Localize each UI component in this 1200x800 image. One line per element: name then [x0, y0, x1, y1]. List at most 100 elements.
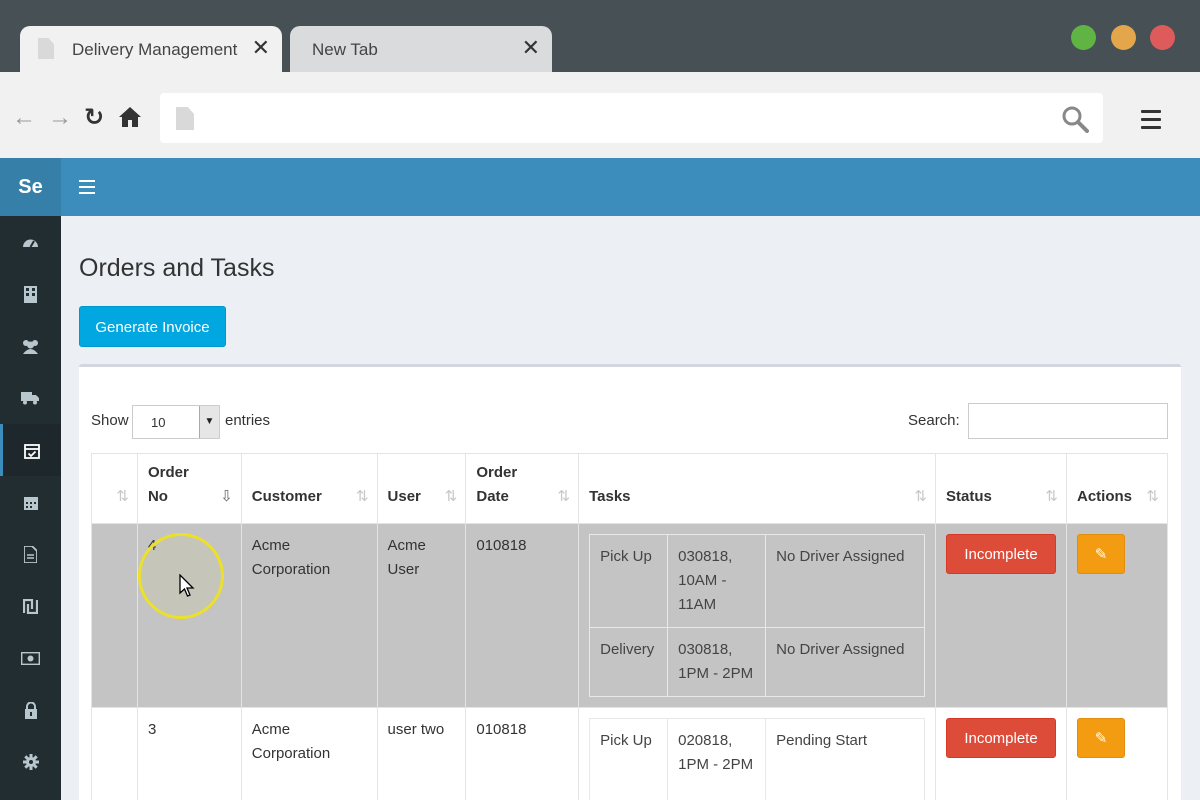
tasks-table: Pick Up 020818, 1PM - 2PM Pending Start — [589, 718, 925, 800]
order-date-cell: 010818 — [465, 523, 580, 708]
calendar-icon[interactable] — [0, 476, 61, 528]
menu-icon[interactable] — [1141, 110, 1161, 134]
orders-table: ⇅ Order No ⇩ Customer ⇅ User ⇅ Order Date ⇅ … — [91, 453, 1168, 800]
main-content: Orders and Tasks Generate Invoice Show 1… — [61, 216, 1200, 800]
document-icon — [38, 38, 54, 59]
row-select-cell[interactable] — [91, 523, 138, 708]
task-type: Pick Up — [589, 718, 669, 800]
show-label: Show — [91, 412, 129, 429]
dropdown-arrow-icon[interactable]: ▼ — [199, 406, 219, 438]
task-driver: Pending Start — [765, 718, 925, 800]
money-icon[interactable] — [0, 632, 61, 684]
column-header-actions[interactable]: Actions ⇅ — [1066, 453, 1168, 524]
tasks-cell: Pick Up 030818, 10AM - 11AM No Driver As… — [578, 523, 936, 708]
brand-logo[interactable]: Se — [0, 158, 61, 216]
lock-icon[interactable] — [0, 684, 61, 736]
column-header-user[interactable]: User ⇅ — [376, 453, 467, 524]
column-header-select[interactable]: ⇅ — [91, 453, 138, 524]
task-time: 020818, 1PM - 2PM — [667, 718, 767, 800]
search-icon[interactable] — [1061, 105, 1089, 138]
task-time: 030818, 1PM - 2PM — [667, 627, 767, 697]
sort-icon[interactable]: ⇅ — [914, 485, 927, 509]
sort-icon[interactable]: ⇅ — [558, 485, 571, 509]
dashboard-icon[interactable] — [0, 216, 61, 268]
minimize-window-button[interactable] — [1111, 25, 1136, 50]
table-row[interactable]: 3 Acme Corporation user two 010818 Pick … — [91, 707, 1168, 800]
close-icon[interactable]: ✕ — [522, 36, 540, 60]
users-icon[interactable] — [0, 320, 61, 372]
tab-new-tab[interactable]: New Tab ✕ — [290, 26, 552, 72]
order-date-cell: 010818 — [465, 707, 580, 800]
address-bar[interactable] — [160, 93, 1103, 143]
reload-icon[interactable]: ↻ — [84, 106, 104, 130]
column-header-status[interactable]: Status ⇅ — [935, 453, 1067, 524]
tab-title: New Tab — [312, 40, 378, 59]
sort-icon[interactable]: ⇅ — [1045, 485, 1058, 509]
tab-title: Delivery Management — [72, 40, 238, 59]
home-icon[interactable] — [118, 106, 142, 133]
search-label: Search: — [908, 412, 960, 429]
task-row: Delivery 030818, 1PM - 2PM No Driver Ass… — [589, 627, 925, 697]
mouse-cursor-icon — [179, 574, 195, 597]
calendar-check-icon[interactable] — [0, 424, 61, 476]
column-header-order-no[interactable]: Order No ⇩ — [136, 453, 242, 524]
forward-arrow-icon[interactable]: → — [48, 106, 72, 130]
task-driver: No Driver Assigned — [765, 627, 925, 697]
document-icon — [176, 107, 194, 130]
building-icon[interactable] — [0, 268, 61, 320]
tab-delivery-management[interactable]: Delivery Management ✕ — [20, 26, 282, 72]
browser-titlebar: Delivery Management ✕ New Tab ✕ — [0, 0, 1200, 72]
task-row: Pick Up 020818, 1PM - 2PM Pending Start — [589, 718, 925, 800]
generate-invoice-button[interactable]: Generate Invoice — [79, 306, 226, 347]
column-header-tasks[interactable]: Tasks ⇅ — [578, 453, 936, 524]
page-title: Orders and Tasks — [79, 254, 275, 282]
column-header-order-date[interactable]: Order Date ⇅ — [465, 453, 580, 524]
row-select-cell[interactable] — [91, 707, 138, 800]
user-cell: user two — [376, 707, 467, 800]
actions-cell: ✎ — [1066, 707, 1168, 800]
status-cell: Incomplete — [935, 707, 1067, 800]
sort-desc-icon[interactable]: ⇩ — [220, 485, 233, 509]
sidebar: Se — [0, 158, 61, 800]
column-header-customer[interactable]: Customer ⇅ — [240, 453, 378, 524]
edit-icon: ✎ — [1094, 730, 1108, 747]
entries-length-select[interactable]: 10 ▼ — [132, 405, 220, 439]
customer-cell: Acme Corporation — [240, 523, 378, 708]
maximize-window-button[interactable] — [1071, 25, 1096, 50]
browser-toolbar: ← → ↻ — [0, 72, 1200, 158]
sort-icon[interactable]: ⇅ — [445, 485, 458, 509]
actions-cell: ✎ — [1066, 523, 1168, 708]
order-no-cell: 3 — [136, 707, 242, 800]
sort-icon[interactable]: ⇅ — [356, 485, 369, 509]
app-header — [61, 158, 1200, 216]
entries-length-value: 10 — [151, 415, 166, 430]
task-type: Pick Up — [589, 534, 669, 628]
task-type: Delivery — [589, 627, 669, 697]
status-badge[interactable]: Incomplete — [946, 534, 1056, 574]
truck-icon[interactable] — [0, 372, 61, 424]
entries-label: entries — [225, 412, 271, 429]
customer-cell: Acme Corporation — [240, 707, 378, 800]
orders-box: Show 10 ▼ entries Search: ⇅ Order No ⇩ Cu… — [79, 364, 1181, 800]
task-row: Pick Up 030818, 10AM - 11AM No Driver As… — [589, 534, 925, 628]
sidebar-toggle-icon[interactable] — [79, 180, 95, 198]
search-input[interactable] — [968, 403, 1168, 439]
edit-button[interactable]: ✎ — [1077, 718, 1125, 758]
status-cell: Incomplete — [935, 523, 1067, 708]
file-icon[interactable] — [0, 528, 61, 580]
shekel-icon[interactable] — [0, 580, 61, 632]
edit-button[interactable]: ✎ — [1077, 534, 1125, 574]
edit-icon: ✎ — [1094, 546, 1108, 563]
sort-icon[interactable]: ⇅ — [116, 485, 129, 509]
gear-icon[interactable] — [0, 736, 61, 788]
tasks-cell: Pick Up 020818, 1PM - 2PM Pending Start — [578, 707, 936, 800]
user-cell: Acme User — [376, 523, 467, 708]
table-row[interactable]: 4 Acme Corporation Acme User 010818 Pick… — [91, 523, 1168, 708]
tasks-table: Pick Up 030818, 10AM - 11AM No Driver As… — [589, 534, 925, 697]
sort-icon[interactable]: ⇅ — [1146, 485, 1159, 509]
back-arrow-icon[interactable]: ← — [12, 106, 36, 130]
task-driver: No Driver Assigned — [765, 534, 925, 628]
close-window-button[interactable] — [1150, 25, 1175, 50]
status-badge[interactable]: Incomplete — [946, 718, 1056, 758]
close-icon[interactable]: ✕ — [252, 36, 270, 60]
